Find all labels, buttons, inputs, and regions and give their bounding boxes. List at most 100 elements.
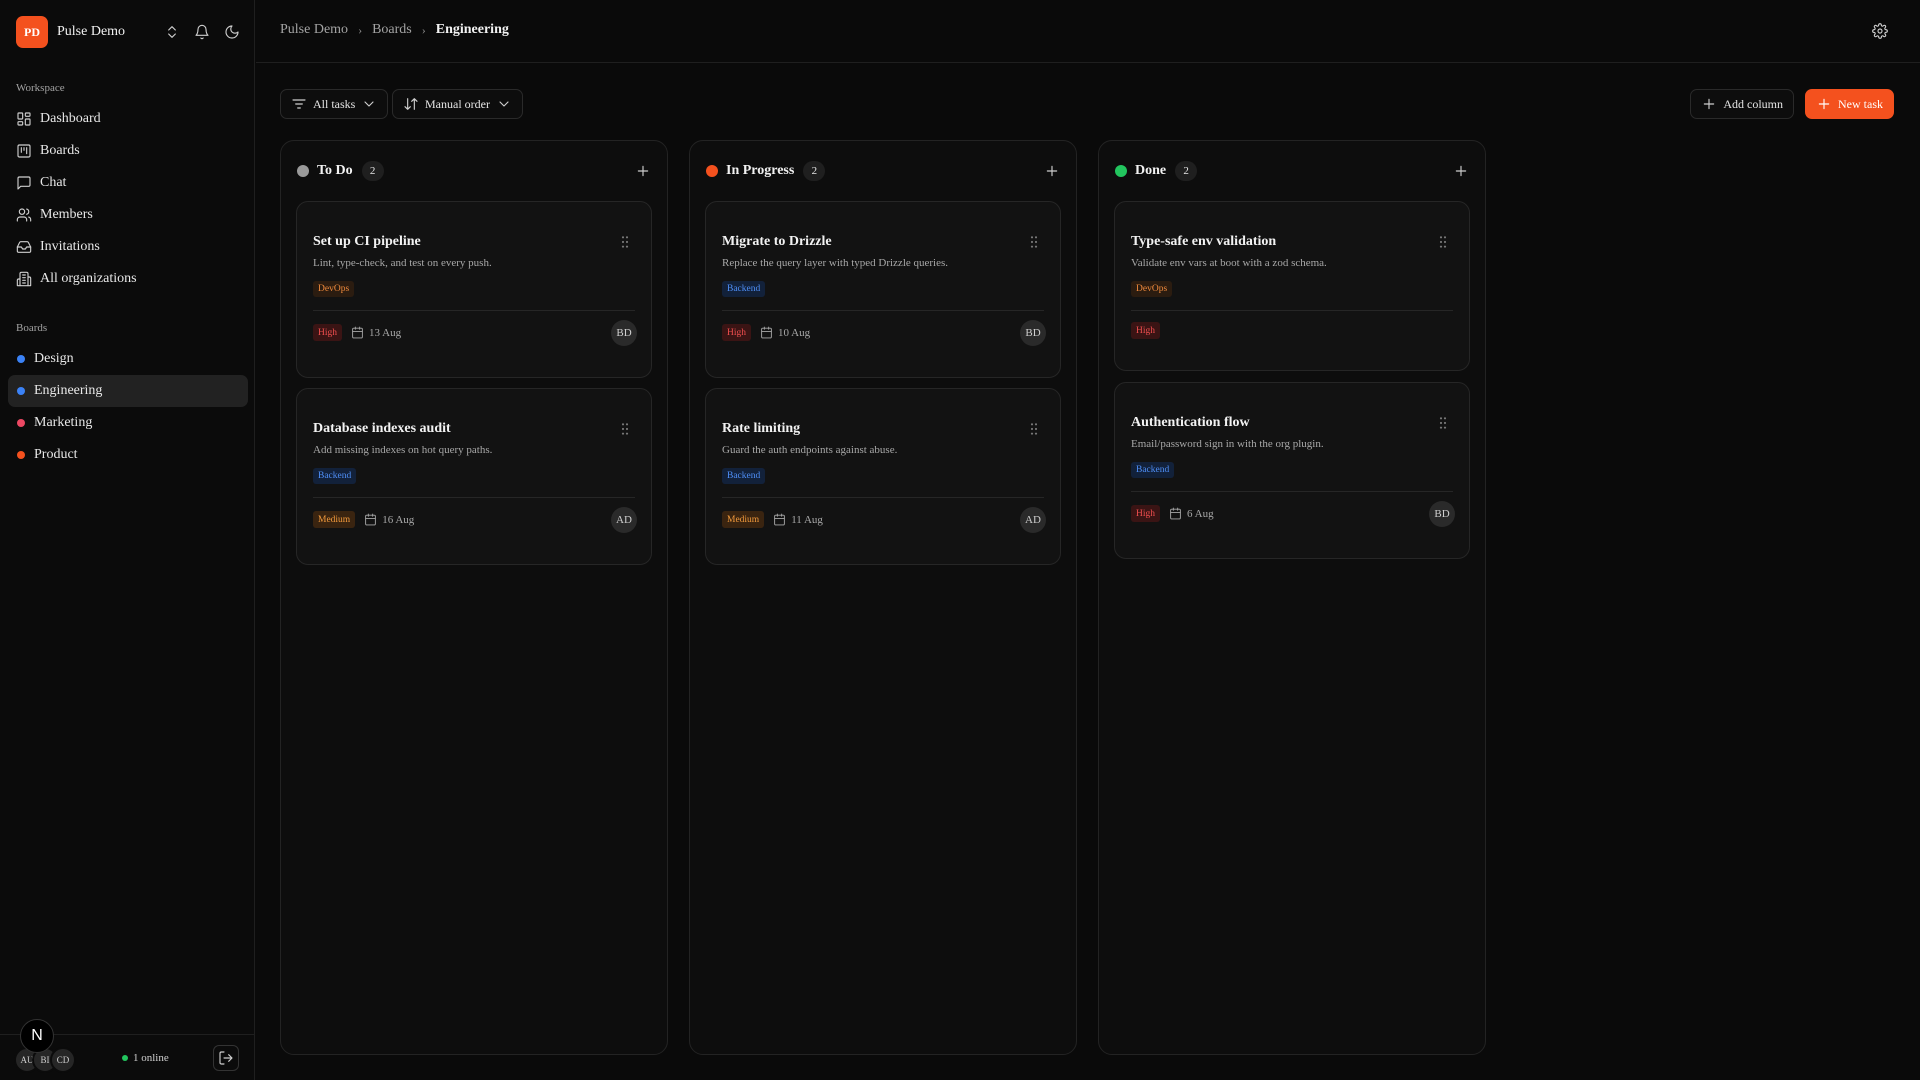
new-task-button[interactable]: New task xyxy=(1805,89,1894,119)
due-date-text: 10 Aug xyxy=(778,326,811,339)
priority-badge: High xyxy=(1131,505,1160,522)
breadcrumb-root[interactable]: Pulse Demo xyxy=(280,22,348,38)
plus-icon xyxy=(1816,96,1832,112)
priority-badge: Medium xyxy=(313,511,356,528)
due-date: 6 Aug xyxy=(1169,507,1214,520)
column-count-badge: 2 xyxy=(361,161,384,181)
add-column-button[interactable]: Add column xyxy=(1690,89,1794,119)
nav-dashboard[interactable]: Dashboard xyxy=(8,103,248,135)
plus-icon[interactable] xyxy=(1453,163,1469,179)
sidebar-footer: AU BI CD N 1 online xyxy=(0,1019,255,1080)
board-toolbar: All tasks Manual order Add column New ta… xyxy=(280,89,1894,119)
task-description: Replace the query layer with typed Drizz… xyxy=(722,257,949,269)
online-status: 1 online xyxy=(122,1052,169,1064)
task-title: Set up CI pipeline xyxy=(313,234,421,249)
nav-all-organizations[interactable]: All organizations xyxy=(8,263,248,295)
calendar-icon xyxy=(760,326,773,339)
nav-invitations[interactable]: Invitations xyxy=(8,231,248,263)
drag-handle-icon[interactable] xyxy=(1435,415,1451,431)
due-date: 16 Aug xyxy=(364,513,414,526)
plus-icon xyxy=(1701,96,1717,112)
nav-members[interactable]: Members xyxy=(8,199,248,231)
column-status-dot xyxy=(1115,165,1127,177)
drag-handle-icon[interactable] xyxy=(617,421,633,437)
sidebar-board-marketing[interactable]: Marketing xyxy=(8,407,248,439)
assignee-avatar[interactable]: BD xyxy=(1020,320,1046,346)
board-color-dot xyxy=(17,355,25,363)
gear-icon xyxy=(1872,23,1888,39)
task-meta: Medium 11 Aug xyxy=(722,511,823,528)
chevron-down-icon xyxy=(361,96,377,112)
nav-boards[interactable]: Boards xyxy=(8,135,248,167)
breadcrumb-boards[interactable]: Boards xyxy=(372,22,412,38)
organizations-icon xyxy=(16,271,32,287)
online-text: 1 online xyxy=(133,1052,169,1064)
org-switcher[interactable]: PD Pulse Demo xyxy=(16,16,240,48)
logout-button[interactable] xyxy=(213,1045,239,1071)
org-name: Pulse Demo xyxy=(57,24,126,39)
task-meta: High 10 Aug xyxy=(722,324,810,341)
column-title: Done xyxy=(1135,163,1167,178)
nav-chat[interactable]: Chat xyxy=(8,167,248,199)
task-card[interactable]: Set up CI pipeline Lint, type-check, and… xyxy=(296,201,652,378)
boards-section-label: Boards xyxy=(16,322,48,334)
boards-icon xyxy=(16,143,32,159)
drag-handle-icon[interactable] xyxy=(617,234,633,250)
nav-members-label: Members xyxy=(40,207,93,222)
invitations-icon xyxy=(16,239,32,255)
task-description: Email/password sign in with the org plug… xyxy=(1131,438,1324,450)
avatar[interactable]: CD xyxy=(50,1047,76,1073)
drag-handle-icon[interactable] xyxy=(1026,234,1042,250)
plus-icon[interactable] xyxy=(1044,163,1060,179)
plus-icon[interactable] xyxy=(635,163,651,179)
sidebar: PD Pulse Demo Workspace Dashboard Boards… xyxy=(0,0,255,1080)
task-tag: Backend xyxy=(313,468,357,484)
sort-dropdown[interactable]: Manual order xyxy=(392,89,523,119)
assignee-avatar[interactable]: AD xyxy=(1020,507,1046,533)
board-color-dot xyxy=(17,419,25,427)
task-title: Authentication flow xyxy=(1131,415,1250,430)
assignee-avatar[interactable]: BD xyxy=(1429,501,1455,527)
column-title: To Do xyxy=(317,163,353,178)
task-card[interactable]: Type-safe env validation Validate env va… xyxy=(1114,201,1470,371)
members-icon xyxy=(16,207,32,223)
task-card[interactable]: Migrate to Drizzle Replace the query lay… xyxy=(705,201,1061,378)
sidebar-board-product[interactable]: Product xyxy=(8,439,248,471)
column-count-badge: 2 xyxy=(803,161,826,181)
task-meta: High xyxy=(1131,322,1160,339)
bell-icon[interactable] xyxy=(194,24,210,40)
task-meta: Medium 16 Aug xyxy=(313,511,414,528)
nav-all-organizations-label: All organizations xyxy=(40,271,137,286)
moon-icon[interactable] xyxy=(224,24,240,40)
filter-dropdown[interactable]: All tasks xyxy=(280,89,389,119)
task-card[interactable]: Database indexes audit Add missing index… xyxy=(296,388,652,565)
dev-tools-badge[interactable]: N xyxy=(20,1019,54,1053)
card-divider xyxy=(722,497,1044,498)
sidebar-board-design[interactable]: Design xyxy=(8,343,248,375)
column-status-dot xyxy=(297,165,309,177)
task-tag: Backend xyxy=(1131,462,1175,478)
settings-button[interactable] xyxy=(1872,23,1888,43)
drag-handle-icon[interactable] xyxy=(1435,234,1451,250)
assignee-avatar[interactable]: BD xyxy=(611,320,637,346)
board-label: Marketing xyxy=(34,415,93,430)
column-header: Done 2 xyxy=(1115,161,1469,181)
task-card[interactable]: Authentication flow Email/password sign … xyxy=(1114,382,1470,559)
nav-invitations-label: Invitations xyxy=(40,239,100,254)
chat-icon xyxy=(16,175,32,191)
task-title: Type-safe env validation xyxy=(1131,234,1277,249)
drag-handle-icon[interactable] xyxy=(1026,421,1042,437)
task-description: Add missing indexes on hot query paths. xyxy=(313,444,493,456)
task-title: Rate limiting xyxy=(722,421,801,436)
task-card[interactable]: Rate limiting Guard the auth endpoints a… xyxy=(705,388,1061,565)
task-tag: Backend xyxy=(722,468,766,484)
due-date-text: 13 Aug xyxy=(369,326,402,339)
chevrons-up-down-icon[interactable] xyxy=(164,24,180,40)
due-date-text: 16 Aug xyxy=(382,513,415,526)
topbar: Pulse Demo › Boards › Engineering xyxy=(256,0,1920,63)
sidebar-board-engineering[interactable]: Engineering xyxy=(8,375,248,407)
board-label: Product xyxy=(34,447,78,462)
column-todo: To Do 2 Set up CI pipeline Lint, type-ch… xyxy=(280,140,668,1055)
assignee-avatar[interactable]: AD xyxy=(611,507,637,533)
column-header: To Do 2 xyxy=(297,161,651,181)
